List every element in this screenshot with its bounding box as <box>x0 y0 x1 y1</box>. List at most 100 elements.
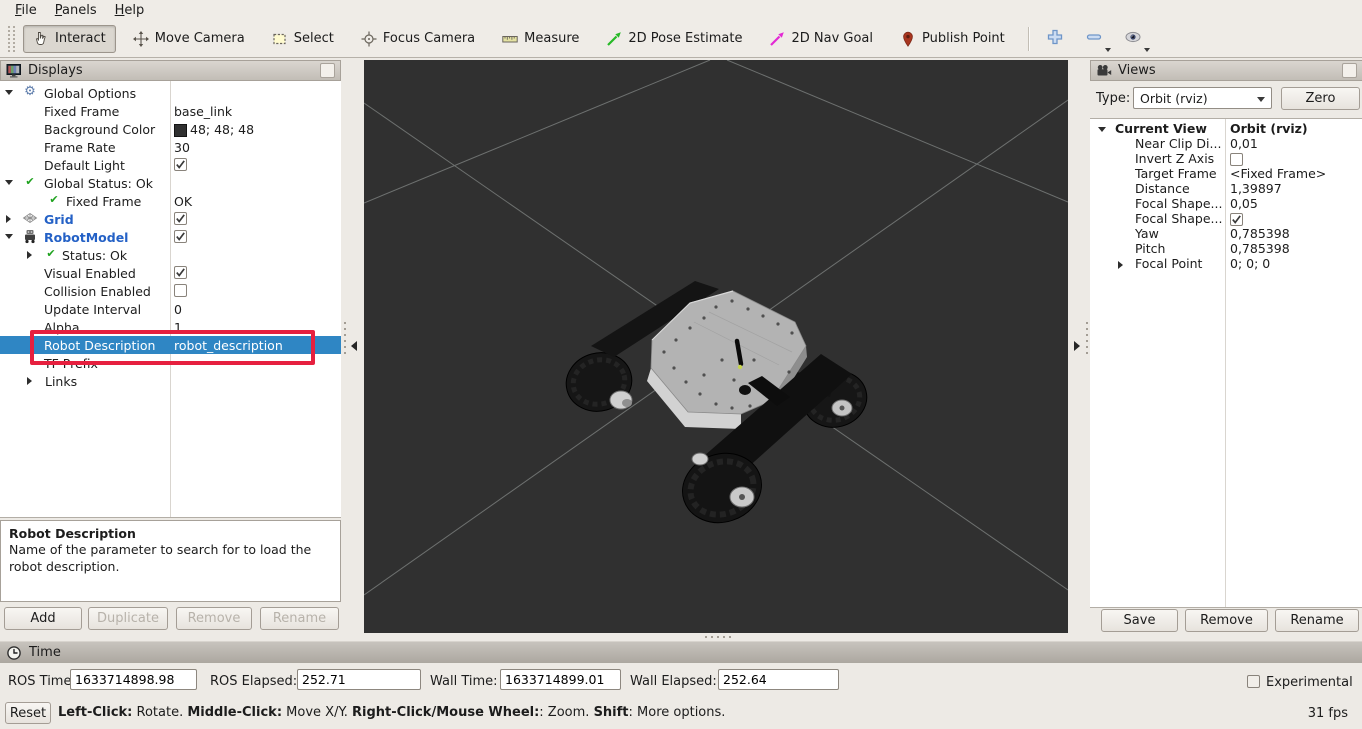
displays-undock-button[interactable] <box>320 63 335 78</box>
views-row-focal-shape[interactable]: Focal Shape...0,05 <box>1090 196 1362 211</box>
add-tool-button[interactable] <box>1041 24 1069 53</box>
tool-move-camera[interactable]: Move Camera <box>123 25 255 53</box>
property-value: 0,785398 <box>1230 227 1290 241</box>
property-label: Update Interval <box>44 302 141 317</box>
wall-time-input[interactable] <box>500 669 621 690</box>
views-undock-button[interactable] <box>1342 63 1357 78</box>
displays-row-global-options[interactable]: ⚙Global Options <box>0 84 341 102</box>
view-type-dropdown[interactable]: Orbit (rviz) <box>1133 87 1272 109</box>
checkbox[interactable] <box>1230 153 1243 166</box>
expander-right-icon[interactable] <box>27 377 32 385</box>
property-label: Default Light <box>44 158 125 173</box>
menu-help[interactable]: Help <box>106 2 154 19</box>
property-label: Global Status: Ok <box>44 176 153 191</box>
reset-button[interactable]: Reset <box>5 702 51 724</box>
views-row-target-frame[interactable]: Target Frame<Fixed Frame> <box>1090 166 1362 181</box>
displays-row-tf-prefix[interactable]: TF Prefix <box>0 354 341 372</box>
displays-row-default-light[interactable]: Default Light <box>0 156 341 174</box>
checkbox[interactable] <box>174 158 187 171</box>
save-button[interactable]: Save <box>1101 609 1178 632</box>
rename-button[interactable]: Rename <box>1275 609 1359 632</box>
displays-row-visual-enabled[interactable]: Visual Enabled <box>0 264 341 282</box>
remove-button[interactable]: Remove <box>1185 609 1268 632</box>
displays-row-alpha[interactable]: Alpha1 <box>0 318 341 336</box>
displays-row-background-color[interactable]: Background Color48; 48; 48 <box>0 120 341 138</box>
views-row-pitch[interactable]: Pitch0,785398 <box>1090 241 1362 256</box>
ros-time-input[interactable] <box>70 669 197 690</box>
wall-elapsed-input[interactable] <box>718 669 839 690</box>
displays-row-fixed-frame[interactable]: ✔Fixed FrameOK <box>0 192 341 210</box>
checkbox[interactable] <box>174 230 187 243</box>
collapse-left-arrow[interactable] <box>351 341 357 351</box>
displays-row-robot-description[interactable]: Robot Descriptionrobot_description <box>0 336 341 354</box>
tool-measure[interactable]: Measure <box>492 25 589 53</box>
checkbox[interactable] <box>1230 213 1243 226</box>
views-row-distance[interactable]: Distance1,39897 <box>1090 181 1362 196</box>
checkbox[interactable] <box>174 266 187 279</box>
tool-label: 2D Nav Goal <box>791 31 873 46</box>
splitter-handle-dots[interactable] <box>705 636 707 638</box>
wall-elapsed-label: Wall Elapsed: <box>630 674 717 689</box>
tool-2d-nav-goal[interactable]: 2D Nav Goal <box>759 25 883 53</box>
add-tool-icon <box>1046 34 1064 49</box>
tool-focus-camera[interactable]: Focus Camera <box>351 25 485 53</box>
toolbar-drag-handle[interactable] <box>8 26 15 52</box>
views-row-focal-shape[interactable]: Focal Shape... <box>1090 211 1362 226</box>
menu-file[interactable]: File <box>6 2 46 19</box>
displays-row-grid[interactable]: Grid <box>0 210 341 228</box>
property-label: Visual Enabled <box>44 266 136 281</box>
property-label: Focal Point <box>1135 257 1202 271</box>
views-row-invert-z-axis[interactable]: Invert Z Axis <box>1090 151 1362 166</box>
wall-time-label: Wall Time: <box>430 674 498 689</box>
expander-down-icon[interactable] <box>5 90 13 95</box>
tool-publish-point[interactable]: Publish Point <box>890 25 1015 53</box>
expander-down-icon[interactable] <box>1098 127 1106 132</box>
menu-panels[interactable]: Panels <box>46 2 106 19</box>
displays-row-links[interactable]: Links <box>0 372 341 390</box>
experimental-checkbox[interactable] <box>1247 675 1260 688</box>
ros-time-label: ROS Time: <box>8 674 76 689</box>
zero-button[interactable]: Zero <box>1281 87 1360 110</box>
tool-interact[interactable]: Interact <box>23 25 116 53</box>
displays-row-global-status-ok[interactable]: ✔Global Status: Ok <box>0 174 341 192</box>
help-segment: Middle-Click: <box>187 705 282 720</box>
checkbox[interactable] <box>174 284 187 297</box>
measure-icon <box>502 31 518 47</box>
views-row-focal-point[interactable]: Focal Point0; 0; 0 <box>1090 256 1362 271</box>
displays-row-collision-enabled[interactable]: Collision Enabled <box>0 282 341 300</box>
displays-row-update-interval[interactable]: Update Interval0 <box>0 300 341 318</box>
property-label: Frame Rate <box>44 140 116 155</box>
tool-2d-pose-estimate[interactable]: 2D Pose Estimate <box>596 25 752 53</box>
duplicate-button[interactable]: Duplicate <box>88 607 168 630</box>
views-row-yaw[interactable]: Yaw0,785398 <box>1090 226 1362 241</box>
color-swatch[interactable] <box>174 124 187 137</box>
3d-viewport[interactable] <box>364 60 1068 633</box>
expander-right-icon[interactable] <box>27 251 32 259</box>
ros-elapsed-input[interactable] <box>297 669 421 690</box>
help-segment: Move X/Y. <box>282 705 352 720</box>
displays-row-fixed-frame[interactable]: Fixed Framebase_link <box>0 102 341 120</box>
visibility-button[interactable] <box>1119 24 1147 53</box>
expander-right-icon[interactable] <box>1118 261 1123 269</box>
add-button[interactable]: Add <box>4 607 82 630</box>
description-title: Robot Description <box>9 526 332 542</box>
displays-row-frame-rate[interactable]: Frame Rate30 <box>0 138 341 156</box>
property-label: TF Prefix <box>44 356 98 371</box>
property-label: Robot Description <box>44 338 155 353</box>
displays-row-robotmodel[interactable]: RobotModel <box>0 228 341 246</box>
expander-down-icon[interactable] <box>5 180 13 185</box>
checkbox[interactable] <box>174 212 187 225</box>
splitter-handle-dots[interactable] <box>1086 322 1088 324</box>
remove-tool-button[interactable] <box>1080 24 1108 53</box>
remove-button[interactable]: Remove <box>176 607 252 630</box>
collapse-right-arrow[interactable] <box>1074 341 1080 351</box>
splitter-handle-dots[interactable] <box>344 322 346 324</box>
views-row-current-view[interactable]: Current ViewOrbit (rviz) <box>1090 121 1362 136</box>
tool-label: Publish Point <box>922 31 1005 46</box>
views-row-near-clip-di[interactable]: Near Clip Di...0,01 <box>1090 136 1362 151</box>
tool-select[interactable]: Select <box>262 25 344 53</box>
displays-row-status-ok[interactable]: ✔Status: Ok <box>0 246 341 264</box>
rename-button[interactable]: Rename <box>260 607 339 630</box>
expander-right-icon[interactable] <box>6 215 11 223</box>
expander-down-icon[interactable] <box>5 234 13 239</box>
